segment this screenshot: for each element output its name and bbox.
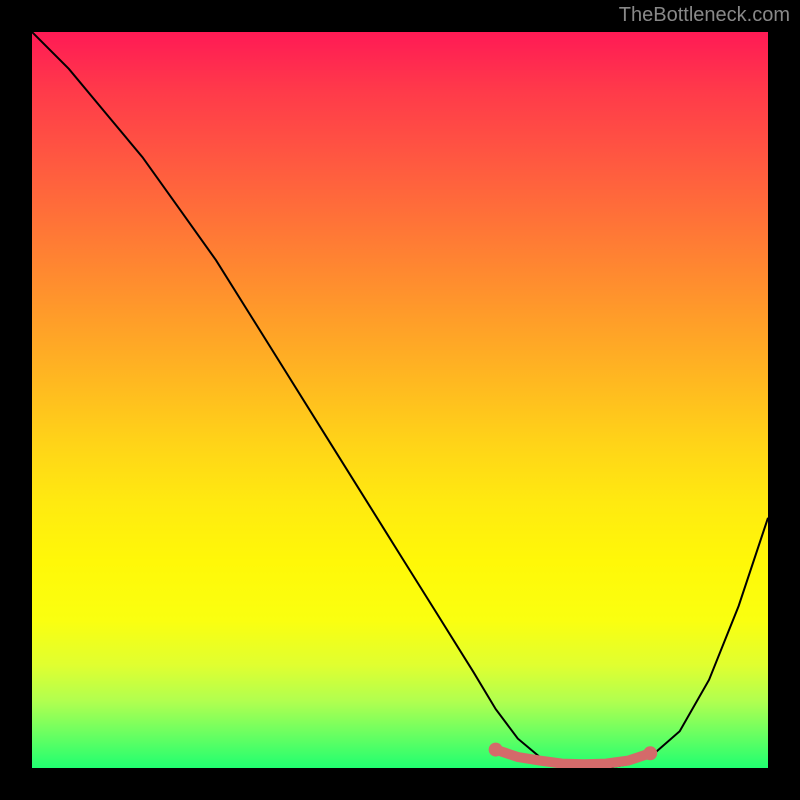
optimal-zone-end-dot (643, 746, 657, 760)
optimal-zone-start-dot (489, 743, 503, 757)
bottleneck-curve (32, 32, 768, 768)
chart-svg (32, 32, 768, 768)
chart-plot-area (32, 32, 768, 768)
optimal-zone-band (496, 750, 651, 765)
watermark-label: TheBottleneck.com (619, 4, 790, 27)
